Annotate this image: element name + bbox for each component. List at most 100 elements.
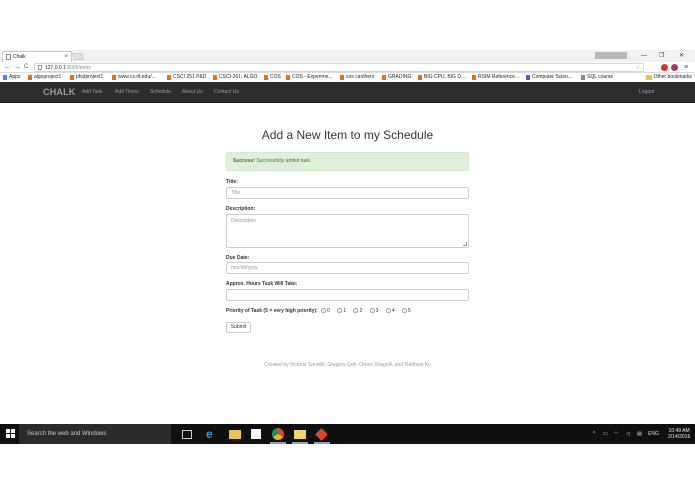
address-bar[interactable]: 127.0.0.1:8000/entry ☆ <box>34 63 644 72</box>
nav-add-times[interactable]: Add Times <box>115 82 139 103</box>
tray-chevron-icon[interactable]: ^ <box>593 424 595 444</box>
bookmark-favicon-icon <box>472 75 476 80</box>
windows-start-icon[interactable] <box>6 429 16 439</box>
bookmark-item[interactable]: COS - Experime... <box>286 73 333 82</box>
description-textarea[interactable]: Description <box>226 214 469 248</box>
nav-schedule[interactable]: Schedule <box>150 82 171 103</box>
bookmark-item[interactable]: RSIM Reference... <box>472 73 519 82</box>
url-path: :8000/entry <box>65 65 91 71</box>
alert-text: Successfully added task. <box>254 158 312 164</box>
bookmark-item[interactable]: COS <box>264 73 281 82</box>
folder-app-icon[interactable] <box>294 430 306 439</box>
bookmark-apps[interactable]: Apps <box>3 73 20 82</box>
nav-contact-us[interactable]: Contact Us <box>214 82 239 103</box>
apps-icon <box>3 75 7 80</box>
title-input[interactable]: Title <box>226 187 469 199</box>
browser-tab-chalk[interactable]: Chalk × <box>2 51 72 62</box>
browser-menu-icon[interactable]: ≡ <box>684 62 688 73</box>
bookmark-item[interactable]: CSCI 251 P&D <box>167 73 206 82</box>
bookmark-item[interactable]: www.cs.rit.edu/... <box>112 73 156 82</box>
bookmark-favicon-icon <box>70 75 74 80</box>
bookmark-item[interactable]: CSCI-261: ALGO <box>213 73 257 82</box>
priority-radio-4[interactable] <box>385 308 391 314</box>
bookmark-item[interactable]: algoproject1 <box>28 73 61 82</box>
due-date-label: Due Date: <box>226 255 250 261</box>
new-tab-button[interactable] <box>71 53 85 60</box>
bookmarks-bar: Apps algoproject1 pfsdproject1 www.cs.ri… <box>0 73 695 82</box>
tray-volume-icon[interactable]: ◁ <box>626 424 630 444</box>
tab-close-icon[interactable]: × <box>64 52 68 62</box>
nav-logout[interactable]: Logout <box>639 82 654 103</box>
bookmark-favicon-icon <box>213 75 217 80</box>
alert-strong: Success! <box>233 158 255 164</box>
priority-radio-1[interactable] <box>337 308 343 314</box>
success-alert: Success! Successfully added task. <box>226 152 469 171</box>
windows-taskbar: Search the web and Windows e ^ ▭ ◠ ◁ ▤ E… <box>0 424 695 444</box>
app-navbar: CHALK Add Task Add Times Schedule About … <box>0 82 695 103</box>
bookmark-favicon-icon <box>340 75 344 80</box>
brand-logo[interactable]: CHALK <box>43 82 76 103</box>
page-info-icon[interactable] <box>38 65 42 70</box>
submit-button[interactable]: Submit <box>226 322 251 333</box>
reload-icon[interactable]: C <box>24 62 28 73</box>
priority-option-label: 3 <box>375 308 379 314</box>
priority-radio-5[interactable] <box>401 308 407 314</box>
bookmark-item[interactable]: pfsdproject1 <box>70 73 103 82</box>
hours-input[interactable] <box>226 289 469 301</box>
description-placeholder: Description <box>231 218 257 224</box>
page-favicon-icon <box>6 54 11 60</box>
task-view-icon[interactable] <box>182 430 192 439</box>
bookmark-favicon-icon <box>418 75 422 80</box>
tray-network-icon[interactable]: ◠ <box>614 424 618 444</box>
below-taskbar-area <box>0 444 695 494</box>
bookmark-item[interactable]: Computer Scien... <box>526 73 572 82</box>
minimize-icon[interactable]: — <box>641 50 647 62</box>
maximize-icon[interactable]: ❐ <box>659 50 664 62</box>
other-bookmarks[interactable]: Other bookmarks <box>645 73 692 82</box>
tray-battery-icon[interactable]: ▭ <box>603 424 608 444</box>
file-explorer-icon[interactable] <box>229 430 241 439</box>
forward-icon[interactable]: → <box>14 62 21 73</box>
page-title: Add a New Item to my Schedule <box>261 128 434 142</box>
git-icon[interactable] <box>315 428 328 441</box>
priority-option-label: 0 <box>327 308 330 314</box>
tab-title: Chalk <box>13 54 26 60</box>
folder-icon <box>645 75 652 80</box>
bookmark-favicon-icon <box>286 75 290 80</box>
hours-label: Approx. Hours Task Will Take: <box>226 281 298 287</box>
bookmark-favicon-icon <box>112 75 116 80</box>
edge-browser-icon[interactable]: e <box>206 428 218 440</box>
due-date-input[interactable]: mm/dd/yyyy <box>226 262 469 274</box>
priority-option-label: 1 <box>343 308 347 314</box>
nav-about-us[interactable]: About Us <box>182 82 203 103</box>
priority-radio-0[interactable] <box>321 308 327 314</box>
priority-radio-3[interactable] <box>369 308 375 314</box>
back-icon[interactable]: ← <box>4 62 11 73</box>
title-label: Title: <box>226 179 238 185</box>
screen: Chalk × — ❐ ✕ ← → C 127.0.0.1:8000/entry… <box>0 0 695 494</box>
extension-icon[interactable] <box>671 64 678 71</box>
chrome-icon[interactable] <box>272 428 284 440</box>
priority-radio-2[interactable] <box>353 308 359 314</box>
tray-language[interactable]: ENG <box>648 424 659 444</box>
bookmark-item[interactable]: SQL course <box>581 73 613 82</box>
extension-adblock-icon[interactable] <box>661 64 668 71</box>
close-window-icon[interactable]: ✕ <box>679 50 684 62</box>
bookmark-item[interactable]: GRADING <box>382 73 411 82</box>
store-icon[interactable] <box>251 429 261 439</box>
taskbar-clock[interactable]: 10:49 AM 2/14/2016 <box>668 428 690 440</box>
taskbar-search-input[interactable]: Search the web and Windows <box>19 424 171 444</box>
url-host: 127.0.0.1 <box>45 65 66 71</box>
profile-button[interactable] <box>595 52 627 59</box>
resize-handle-icon[interactable] <box>463 242 467 246</box>
browser-toolbar: ← → C 127.0.0.1:8000/entry ☆ ≡ <box>0 62 695 73</box>
browser-tab-strip: Chalk × — ❐ ✕ <box>0 50 695 62</box>
footer-credits: Created by Victoria Sardelli, Gregory Go… <box>264 362 431 368</box>
nav-add-task[interactable]: Add Task <box>82 82 102 103</box>
priority-option-label: 2 <box>359 308 363 314</box>
tray-notifications-icon[interactable]: ▤ <box>637 424 642 444</box>
bookmark-item[interactable]: cos canthers <box>340 73 374 82</box>
bookmark-star-icon[interactable]: ☆ <box>636 64 640 72</box>
bookmark-item[interactable]: BIG CPU, BIG D... <box>418 73 465 82</box>
description-label: Description: <box>226 206 256 212</box>
